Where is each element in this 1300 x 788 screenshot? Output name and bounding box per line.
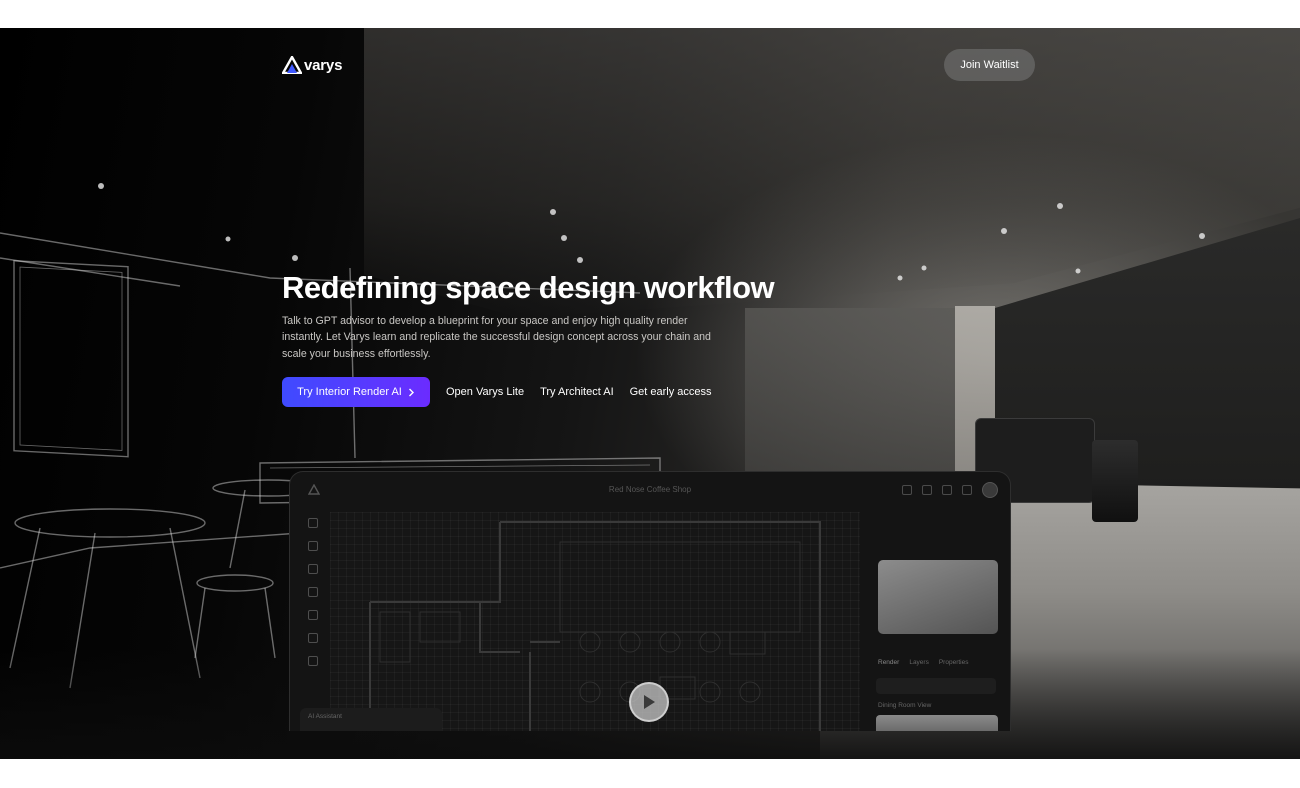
hero-actions: Try Interior Render AI Open Varys Lite T…	[282, 377, 712, 407]
panel-search-field	[876, 678, 996, 694]
dining-room-thumbnail	[876, 715, 998, 731]
floor-plan-drawing	[369, 521, 821, 731]
try-architect-ai-link[interactable]: Try Architect AI	[540, 386, 614, 398]
panel-tabs: Render Layers Properties	[878, 659, 968, 666]
brand-logo[interactable]: varys	[282, 56, 342, 74]
cube-tool-icon	[308, 610, 318, 620]
select-tool-icon	[308, 541, 318, 551]
video-tool-icon	[308, 656, 318, 666]
varys-logo-icon	[282, 56, 302, 74]
ai-assistant-panel: AI Assistant	[300, 708, 442, 731]
play-video-button[interactable]	[629, 682, 669, 722]
tab-layers: Layers	[909, 659, 929, 666]
more-icon	[962, 485, 972, 495]
layout-tool-icon	[308, 564, 318, 574]
render-preview-thumbnail	[878, 560, 998, 634]
ai-assistant-title: AI Assistant	[308, 713, 342, 720]
tab-render: Render	[878, 659, 900, 666]
hero-headline: Redefining space design workflow	[282, 270, 775, 305]
try-interior-render-ai-button[interactable]: Try Interior Render AI	[282, 377, 430, 407]
hero-subtext: Talk to GPT advisor to develop a bluepri…	[282, 315, 711, 360]
avatar	[982, 482, 998, 498]
app-preview-toolbar: Red Nose Coffee Shop	[290, 472, 1010, 508]
get-early-access-link[interactable]: Get early access	[630, 386, 712, 398]
layout-icon	[902, 485, 912, 495]
bed-tool-icon	[308, 587, 318, 597]
tab-properties: Properties	[938, 659, 969, 666]
open-varys-lite-link[interactable]: Open Varys Lite	[446, 386, 524, 398]
app-toolbar-icons	[902, 482, 998, 498]
primary-cta-label: Try Interior Render AI	[297, 386, 402, 398]
share-icon	[922, 485, 932, 495]
render-side-panel: Render Layers Properties Dining Room Vie…	[870, 512, 1002, 731]
floor-plan-canvas	[330, 512, 860, 731]
panel-item-label: Dining Room View	[878, 702, 932, 709]
join-waitlist-button[interactable]: Join Waitlist	[944, 49, 1035, 81]
frame-tool-icon	[308, 633, 318, 643]
app-tool-rail	[308, 518, 318, 666]
present-icon	[942, 485, 952, 495]
play-icon	[644, 695, 655, 709]
chevron-right-icon	[408, 388, 414, 396]
brand-name: varys	[304, 56, 343, 74]
grid-tool-icon	[308, 518, 318, 528]
